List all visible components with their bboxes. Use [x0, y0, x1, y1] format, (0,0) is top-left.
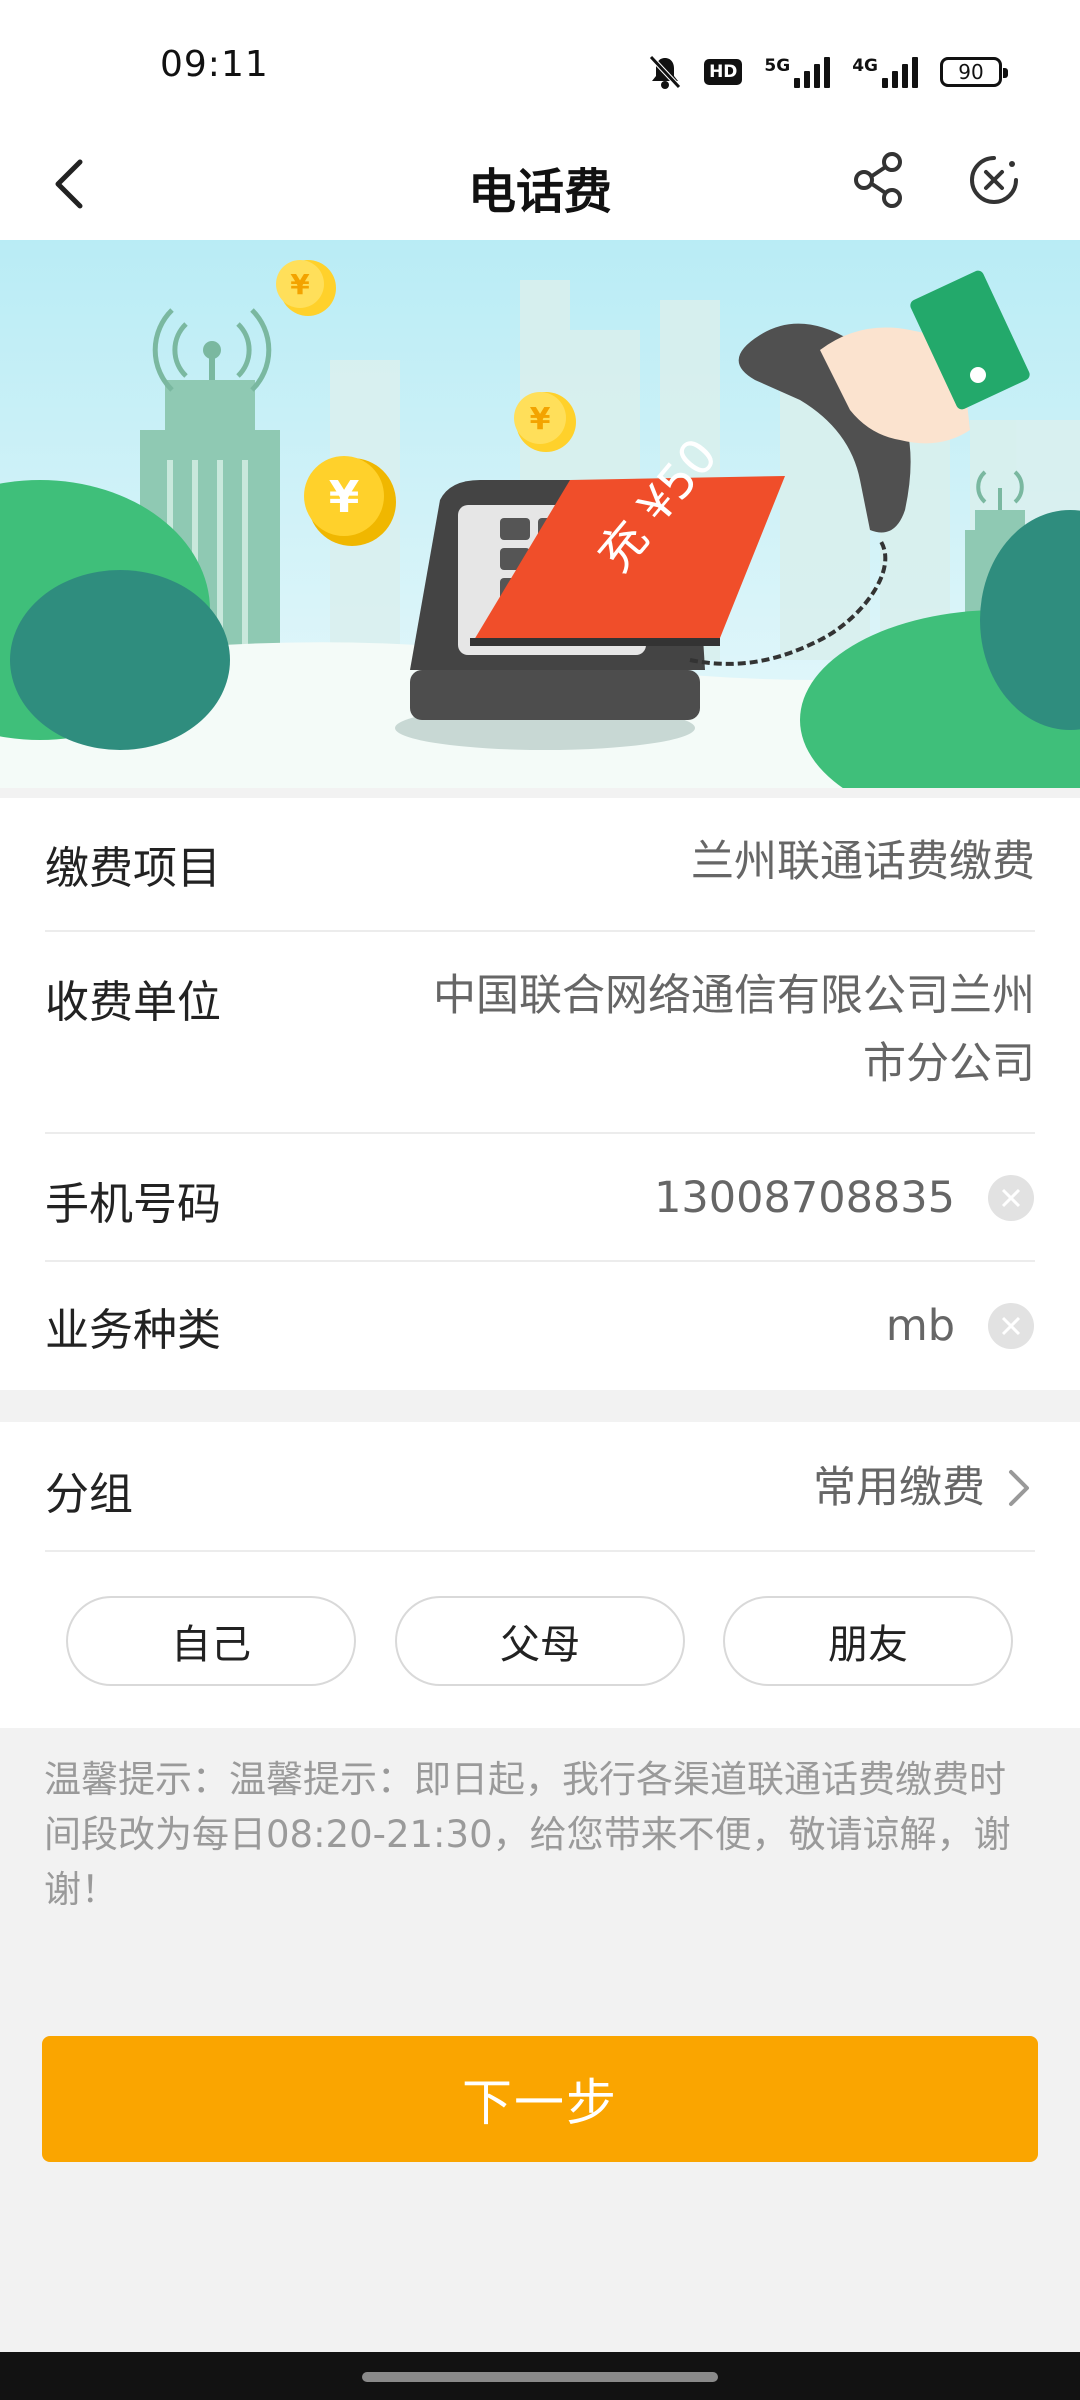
page-title: 电话费 — [467, 164, 612, 220]
group-section: 分组 常用缴费 自己 父母 朋友 — [0, 1422, 1080, 1728]
battery-icon: 90 — [940, 57, 1008, 87]
close-mini-program-icon[interactable] — [962, 148, 1026, 212]
row-payment-item: 缴费项目 兰州联通话费缴费 — [45, 798, 1035, 932]
row-service-type[interactable]: 业务种类 mb — [45, 1262, 1035, 1390]
battery-level: 90 — [958, 60, 984, 84]
signal-5g-icon: 5G — [764, 56, 831, 88]
row-payee: 收费单位 中国联合网络通信有限公司兰州市分公司 — [45, 932, 1035, 1134]
signal-4g-label: 4G — [852, 56, 878, 76]
row-phone-number[interactable]: 手机号码 13008708835 — [45, 1134, 1035, 1262]
chip-friends[interactable]: 朋友 — [723, 1596, 1013, 1686]
chevron-right-icon[interactable] — [1001, 1466, 1035, 1510]
coin-symbol: ¥ — [329, 472, 360, 523]
coin-symbol: ¥ — [530, 402, 551, 437]
status-icons: HD 5G 4G 90 — [648, 52, 1008, 92]
signal-5g-label: 5G — [764, 56, 791, 76]
status-bar: 09:11 HD 5G 4G 90 — [0, 0, 1080, 130]
payee-label: 收费单位 — [45, 977, 221, 1028]
service-type-input[interactable]: mb — [886, 1292, 955, 1360]
next-step-button[interactable]: 下一步 — [42, 2036, 1038, 2162]
tips-notice: 温馨提示：温馨提示：即日起，我行各渠道联通话费缴费时间段改为每日08:20-21… — [44, 1758, 1011, 1911]
payment-item-value: 兰州联通话费缴费 — [691, 837, 1035, 887]
phone-number-label: 手机号码 — [45, 1179, 221, 1230]
payee-value: 中国联合网络通信有限公司兰州市分公司 — [433, 971, 1035, 1089]
chip-parents[interactable]: 父母 — [395, 1596, 685, 1686]
telephone-recharge-illustration: ¥ ¥ ¥ 充 ¥50 — [0, 240, 1080, 788]
clear-icon[interactable] — [987, 1174, 1035, 1222]
chip-self[interactable]: 自己 — [66, 1596, 356, 1686]
coin-symbol: ¥ — [290, 268, 310, 301]
hd-icon: HD — [704, 59, 743, 85]
group-label: 分组 — [45, 1469, 133, 1520]
signal-4g-icon: 4G — [852, 56, 918, 88]
payment-form: 缴费项目 兰州联通话费缴费 收费单位 中国联合网络通信有限公司兰州市分公司 手机… — [0, 798, 1080, 1390]
payment-item-label: 缴费项目 — [45, 843, 221, 894]
group-value[interactable]: 常用缴费 — [813, 1454, 985, 1522]
home-gesture-handle[interactable] — [362, 2372, 718, 2382]
row-group[interactable]: 分组 常用缴费 — [45, 1422, 1035, 1552]
share-icon[interactable] — [846, 148, 910, 212]
mute-bell-icon — [649, 55, 681, 89]
banner-illustration: ¥ ¥ ¥ 充 ¥50 — [0, 240, 1080, 788]
title-bar: 电话费 — [0, 130, 1080, 240]
status-time: 09:11 — [160, 44, 269, 85]
clear-icon[interactable] — [987, 1302, 1035, 1350]
phone-number-input[interactable]: 13008708835 — [654, 1164, 955, 1232]
service-type-label: 业务种类 — [45, 1305, 221, 1356]
system-nav-bar — [0, 2352, 1080, 2400]
